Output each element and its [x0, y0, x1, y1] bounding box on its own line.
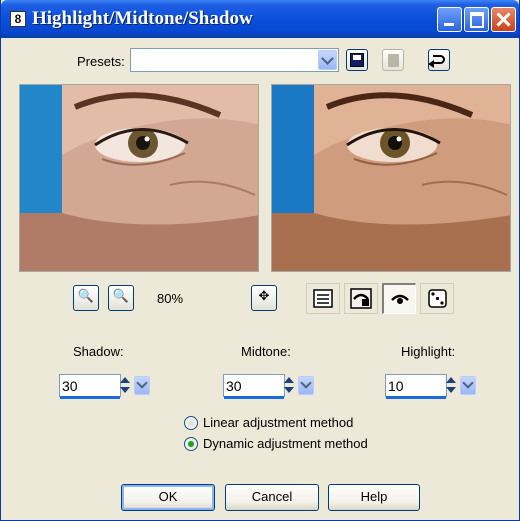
dice-icon — [428, 289, 447, 308]
help-button[interactable]: Help — [328, 484, 420, 511]
before-preview[interactable] — [19, 84, 259, 272]
app-icon: 8 — [10, 11, 26, 27]
show-list-button[interactable] — [306, 283, 340, 314]
midtone-spinner[interactable] — [282, 374, 316, 397]
proof-button[interactable] — [344, 283, 378, 314]
minimize-button[interactable] — [437, 7, 462, 32]
highlight-spinner[interactable] — [444, 374, 478, 397]
face-photo-before — [20, 85, 258, 271]
chevron-down-icon[interactable] — [134, 376, 150, 395]
zoom-level: 80% — [157, 291, 184, 306]
window-title: Highlight/Midtone/Shadow — [32, 8, 253, 29]
zoom-in-button[interactable]: 🔍 — [108, 285, 134, 311]
presets-dropdown[interactable] — [130, 48, 339, 72]
shadow-input[interactable]: 30 — [59, 374, 121, 399]
title-bar[interactable]: 8 Highlight/Midtone/Shadow — [1, 0, 519, 38]
list-window-icon — [313, 289, 333, 308]
presets-label: Presets: — [77, 54, 125, 69]
close-button[interactable] — [491, 7, 516, 32]
chevron-down-icon[interactable] — [460, 376, 476, 395]
highlight-input[interactable]: 10 — [385, 374, 447, 399]
linear-method-label: Linear adjustment method — [203, 415, 354, 430]
eye-lock-icon — [350, 288, 372, 309]
chevron-down-icon[interactable] — [298, 376, 314, 395]
radio-button-icon[interactable] — [184, 416, 198, 430]
spin-up-down-icon[interactable] — [282, 374, 296, 397]
zoom-in-icon: 🔍 — [112, 289, 130, 304]
save-preset-button[interactable] — [346, 49, 368, 71]
floppy-disk-icon — [350, 53, 364, 67]
ok-button[interactable]: OK — [121, 484, 215, 511]
midtone-input[interactable]: 30 — [223, 374, 285, 399]
eye-icon — [391, 294, 409, 304]
dynamic-method-label: Dynamic adjustment method — [203, 436, 368, 451]
spin-up-down-icon[interactable] — [118, 374, 132, 397]
delete-preset-button[interactable] — [382, 49, 404, 71]
shadow-spinner[interactable] — [118, 374, 152, 397]
spin-up-down-icon[interactable] — [444, 374, 458, 397]
zoom-out-icon: 🔍 — [77, 289, 95, 304]
randomize-button[interactable] — [420, 283, 454, 314]
face-photo-after — [272, 85, 510, 271]
dialog-window: 8 Highlight/Midtone/Shadow Presets: 🔍 🔍 … — [0, 0, 520, 521]
chevron-down-icon[interactable] — [318, 50, 337, 70]
highlight-label: Highlight: — [401, 344, 456, 359]
reset-button[interactable] — [428, 49, 450, 71]
preview-toolbar — [306, 283, 456, 314]
shadow-label: Shadow: — [73, 344, 124, 359]
maximize-button[interactable] — [464, 7, 489, 32]
auto-proof-button[interactable] — [382, 283, 416, 314]
cancel-button[interactable]: Cancel — [225, 484, 319, 511]
undo-arrow-icon — [428, 55, 445, 68]
after-preview[interactable] — [271, 84, 511, 272]
zoom-out-button[interactable]: 🔍 — [73, 285, 99, 311]
radio-button-selected-icon[interactable] — [184, 437, 198, 451]
move-arrows-icon: ✥ — [258, 289, 270, 304]
pan-button[interactable]: ✥ — [251, 285, 277, 311]
trash-icon — [388, 54, 399, 67]
midtone-label: Midtone: — [241, 344, 291, 359]
